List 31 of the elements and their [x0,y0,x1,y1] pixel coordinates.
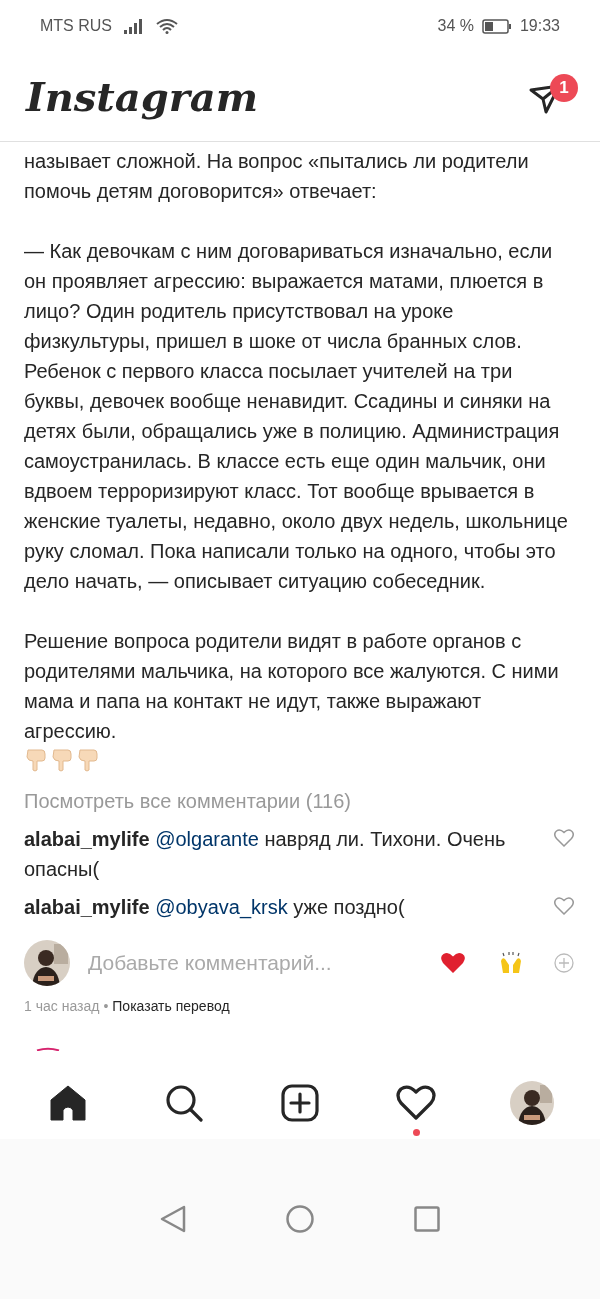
timestamp-text: 1 час назад [24,997,100,1016]
comment-input[interactable]: Добавьте комментарий... [88,947,422,979]
search-icon[interactable] [165,1084,203,1122]
heart-icon[interactable] [440,952,466,974]
add-circle-icon[interactable] [554,953,574,973]
notification-badge: 1 [550,73,578,102]
caption-paragraph: называет сложной. На вопрос «пытались ли родители помочь детям договорится» отвечает: [24,149,530,204]
caption-paragraph: — Как девочкам с ним договариваться изначально, если он проявляет агрессию: выражается матами, плюется в лицо? Один родитель присутствовал на уроке физкультуры, пришел в шоке от числа бранных слов. Ребенок с первого класса посылает учителей на три буквы, девочек вообще ненавидит. Ссадины и синяки на детях были, обращались уже в полицию. Администрация самоустранилась. В классе есть еще один мальчик, они вдвоем терроризируют класс. Тот вообще врывается в женские туалеты, недавно, около двух недель, школьнице руку сломал. Пока написали только на одного, чтобы это дело начать, — описывает ситуацию собеседник. [24,239,569,594]
pointing-hand-icon [50,748,72,772]
battery-icon [481,18,512,34]
back-icon[interactable] [160,1205,186,1233]
signal-icon [124,18,144,34]
raised-hands-icon[interactable] [498,951,524,975]
caption-paragraph: Решение вопроса родители видят в работе органов с родителями мальчика, на которого все жалуются. С ними мама и папа на контакт не идут, также выражают агрессию. [24,629,560,744]
separator-text: • [103,997,109,1016]
comment-text: alabai_mylife @obyava_krsk уже поздно( [24,895,406,921]
heart-outline-icon[interactable] [396,1085,436,1121]
comment-text: alabai_mylife @olgarante навряд ли. Тихони. Очень опасны( [24,827,507,882]
home-circle-icon[interactable] [286,1205,314,1233]
add-post-icon[interactable] [281,1084,319,1122]
pointing-hand-icon [76,748,98,772]
home-icon[interactable] [49,1084,87,1122]
direct-button[interactable]: 1 [528,73,578,120]
battery-text: 34 % [437,16,474,36]
story-ring-icon [36,1047,60,1051]
wifi-icon [156,18,178,34]
clock-text: 19:33 [519,16,560,36]
carrier-text: MTS RUS [40,16,112,36]
recents-icon[interactable] [414,1206,440,1232]
translate-link[interactable]: Показать перевод [112,996,230,1017]
pointing-hand-icon [24,748,46,772]
